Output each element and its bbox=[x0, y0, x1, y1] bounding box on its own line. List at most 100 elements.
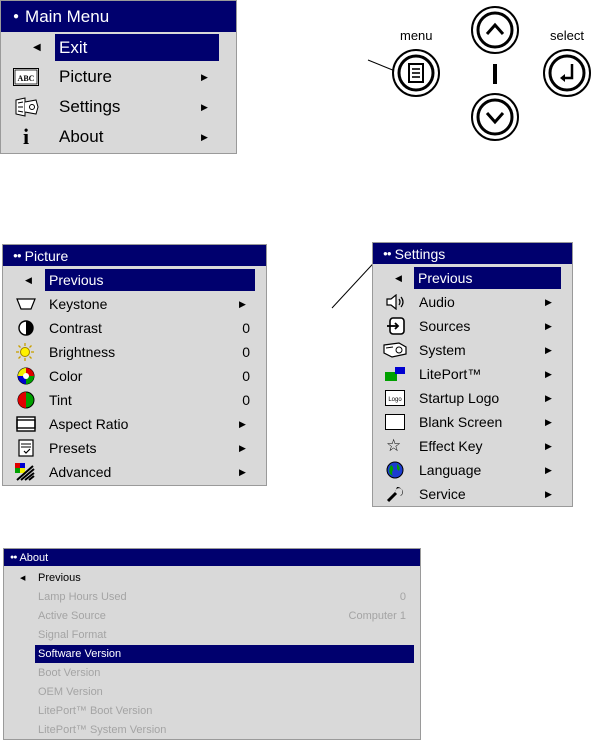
settings-menu-panel: ●● Settings ◀ Previous Audio ▶ Sources ▶… bbox=[372, 242, 573, 507]
picture-menu-title: Picture bbox=[24, 247, 69, 264]
main-menu-item-about[interactable]: i About ▶ bbox=[1, 123, 236, 151]
picture-item-color[interactable]: Color 0 bbox=[3, 364, 266, 388]
down-button[interactable] bbox=[471, 93, 519, 141]
picture-item-previous[interactable]: ◀ Previous bbox=[3, 268, 266, 292]
picture-item-label: Presets bbox=[49, 440, 97, 456]
settings-item-blank-screen[interactable]: Blank Screen ▶ bbox=[373, 410, 572, 434]
abc-icon: ABC bbox=[13, 68, 39, 86]
picture-item-brightness[interactable]: Brightness 0 bbox=[3, 340, 266, 364]
color-icon bbox=[17, 367, 35, 385]
submenu-arrow-icon: ▶ bbox=[545, 344, 552, 355]
submenu-arrow-icon: ▶ bbox=[239, 418, 246, 429]
main-menu-panel: ● Main Menu ◀ Exit ABC Picture ▶ Setting… bbox=[0, 0, 237, 154]
submenu-arrow-icon: ▶ bbox=[545, 464, 552, 475]
submenu-arrow-icon: ▶ bbox=[201, 101, 208, 112]
keystone-icon bbox=[16, 297, 36, 311]
about-item-label: Boot Version bbox=[38, 666, 101, 679]
title-bullet-icon: ●● bbox=[10, 554, 18, 561]
picture-menu-panel: ●● Picture ◀ Previous Keystone ▶ Contras… bbox=[2, 244, 267, 486]
main-menu-title-bar: ● Main Menu bbox=[1, 1, 236, 32]
about-item-active-source: Active Source Computer 1 bbox=[4, 606, 420, 625]
picture-item-label: Advanced bbox=[49, 464, 112, 480]
picture-item-tint[interactable]: Tint 0 bbox=[3, 388, 266, 412]
about-item-software-version[interactable]: Software Version bbox=[4, 644, 420, 663]
about-item-boot-version: Boot Version bbox=[4, 663, 420, 682]
picture-item-value: 0 bbox=[242, 392, 250, 408]
settings-item-label: Effect Key bbox=[419, 438, 483, 454]
submenu-arrow-icon: ▶ bbox=[545, 392, 552, 403]
picture-item-contrast[interactable]: Contrast 0 bbox=[3, 316, 266, 340]
brightness-icon bbox=[15, 342, 35, 362]
main-menu-item-label: Settings bbox=[59, 97, 121, 116]
settings-item-startup-logo[interactable]: Logo Startup Logo ▶ bbox=[373, 386, 572, 410]
picture-item-label: Keystone bbox=[49, 296, 108, 312]
aspect-ratio-icon bbox=[16, 416, 36, 432]
remote-keypad: menu select bbox=[360, 0, 596, 160]
svg-text:Logo: Logo bbox=[388, 397, 402, 403]
submenu-arrow-icon: ▶ bbox=[239, 298, 246, 309]
liteport-icon bbox=[384, 366, 406, 382]
settings-item-system[interactable]: System ▶ bbox=[373, 338, 572, 362]
picture-item-keystone[interactable]: Keystone ▶ bbox=[3, 292, 266, 316]
settings-item-service[interactable]: Service ▶ bbox=[373, 482, 572, 506]
main-menu-title: Main Menu bbox=[25, 6, 110, 26]
select-button[interactable] bbox=[543, 49, 591, 97]
submenu-arrow-icon: ▶ bbox=[545, 416, 552, 427]
settings-item-audio[interactable]: Audio ▶ bbox=[373, 290, 572, 314]
about-item-liteport-boot-version: LitePort™ Boot Version bbox=[4, 701, 420, 720]
settings-item-label: Startup Logo bbox=[419, 390, 500, 406]
settings-item-label: Sources bbox=[419, 318, 471, 334]
submenu-arrow-icon: ▶ bbox=[545, 320, 552, 331]
globe-icon bbox=[386, 461, 404, 479]
settings-item-label: Previous bbox=[414, 267, 561, 289]
about-menu-title: About bbox=[19, 551, 49, 564]
about-item-label: Lamp Hours Used bbox=[38, 590, 127, 603]
back-arrow-icon: ◀ bbox=[33, 41, 41, 53]
settings-item-effect-key[interactable]: ☆ Effect Key ▶ bbox=[373, 434, 572, 458]
main-menu-item-label: Exit bbox=[55, 33, 219, 61]
about-item-previous[interactable]: ◀ Previous bbox=[4, 568, 420, 587]
info-icon: i bbox=[23, 124, 30, 149]
settings-menu-title: Settings bbox=[394, 245, 446, 262]
presets-icon bbox=[18, 439, 34, 457]
main-menu-item-label: Picture bbox=[59, 67, 112, 86]
menu-button[interactable] bbox=[392, 49, 440, 97]
main-menu-item-label: About bbox=[59, 127, 104, 146]
back-arrow-icon: ◀ bbox=[395, 272, 402, 283]
settings-projector-icon bbox=[14, 97, 40, 117]
main-menu-item-exit[interactable]: ◀ Exit bbox=[1, 33, 236, 61]
about-item-label: Previous bbox=[38, 571, 81, 584]
sources-icon bbox=[386, 317, 406, 335]
picture-item-label: Previous bbox=[45, 269, 255, 291]
picture-item-advanced[interactable]: Advanced ▶ bbox=[3, 460, 266, 484]
speaker-icon bbox=[386, 294, 406, 310]
picture-item-aspect-ratio[interactable]: Aspect Ratio ▶ bbox=[3, 412, 266, 436]
up-button[interactable] bbox=[471, 6, 519, 54]
title-bullet-icon: ● bbox=[13, 11, 20, 22]
back-arrow-icon: ◀ bbox=[25, 274, 32, 285]
settings-item-sources[interactable]: Sources ▶ bbox=[373, 314, 572, 338]
tint-icon bbox=[17, 391, 35, 409]
settings-item-language[interactable]: Language ▶ bbox=[373, 458, 572, 482]
about-item-value: 0 bbox=[399, 590, 406, 603]
about-menu-title-bar: ●● About bbox=[4, 549, 420, 566]
picture-item-presets[interactable]: Presets ▶ bbox=[3, 436, 266, 460]
star-icon: ☆ bbox=[386, 436, 402, 455]
main-menu-item-picture[interactable]: ABC Picture ▶ bbox=[1, 63, 236, 91]
settings-item-previous[interactable]: ◀ Previous bbox=[373, 266, 572, 290]
wrench-icon bbox=[386, 485, 404, 503]
submenu-arrow-icon: ▶ bbox=[201, 71, 208, 82]
back-arrow-icon: ◀ bbox=[20, 574, 26, 582]
picture-item-label: Brightness bbox=[49, 344, 116, 360]
settings-item-liteport[interactable]: LitePort™ ▶ bbox=[373, 362, 572, 386]
title-bullet-icon: ●● bbox=[383, 249, 392, 258]
submenu-arrow-icon: ▶ bbox=[545, 296, 552, 307]
submenu-arrow-icon: ▶ bbox=[545, 440, 552, 451]
contrast-icon bbox=[18, 320, 34, 336]
submenu-arrow-icon: ▶ bbox=[545, 368, 552, 379]
main-menu-item-settings[interactable]: Settings ▶ bbox=[1, 93, 236, 121]
title-bullet-icon: ●● bbox=[13, 251, 22, 260]
settings-item-label: System bbox=[419, 342, 466, 358]
about-item-signal-format: Signal Format bbox=[4, 625, 420, 644]
settings-item-label: Language bbox=[419, 462, 482, 478]
